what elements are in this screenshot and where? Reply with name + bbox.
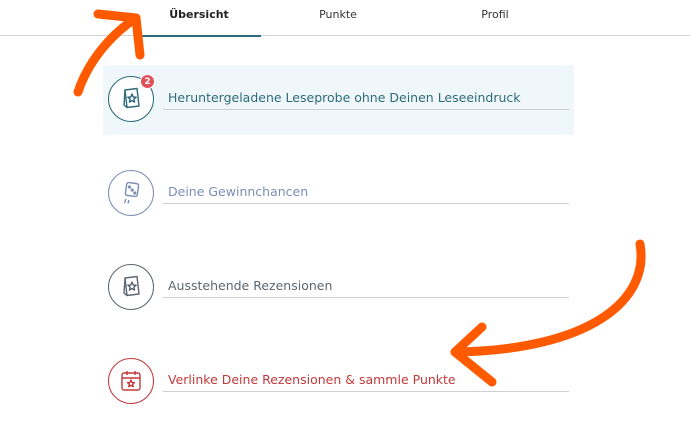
tab-bar: Übersicht Punkte Profil	[0, 0, 690, 37]
tab-uebersicht[interactable]: Übersicht	[137, 0, 261, 37]
notification-badge: 2	[140, 74, 155, 89]
tab-profil[interactable]: Profil	[435, 0, 555, 36]
divider	[163, 203, 569, 204]
menu-item-rezensionen[interactable]: Ausstehende Rezensionen	[103, 253, 574, 323]
active-tab-indicator	[137, 35, 261, 37]
menu-item-label: Heruntergeladene Leseprobe ohne Deinen L…	[168, 90, 521, 105]
menu-item-label: Deine Gewinnchancen	[168, 184, 309, 199]
menu-item-label: Ausstehende Rezensionen	[168, 278, 333, 293]
menu-item-gewinnchancen[interactable]: Deine Gewinnchancen	[103, 159, 574, 229]
divider	[163, 109, 569, 110]
page: Übersicht Punkte Profil 2 Heruntergelade…	[0, 0, 690, 425]
tab-punkte-label: Punkte	[319, 8, 357, 21]
calendar-star-icon	[108, 358, 154, 404]
tab-profil-label: Profil	[481, 8, 509, 21]
tab-uebersicht-label: Übersicht	[169, 8, 229, 21]
book-star-icon	[108, 264, 154, 310]
divider	[163, 297, 569, 298]
divider	[163, 391, 569, 392]
menu-item-label: Verlinke Deine Rezensionen & sammle Punk…	[168, 372, 456, 387]
dice-icon	[108, 170, 154, 216]
menu-item-leseprobe[interactable]: 2 Heruntergeladene Leseprobe ohne Deinen…	[103, 65, 574, 135]
tab-punkte[interactable]: Punkte	[278, 0, 398, 36]
menu-item-verlinken[interactable]: Verlinke Deine Rezensionen & sammle Punk…	[103, 347, 574, 417]
